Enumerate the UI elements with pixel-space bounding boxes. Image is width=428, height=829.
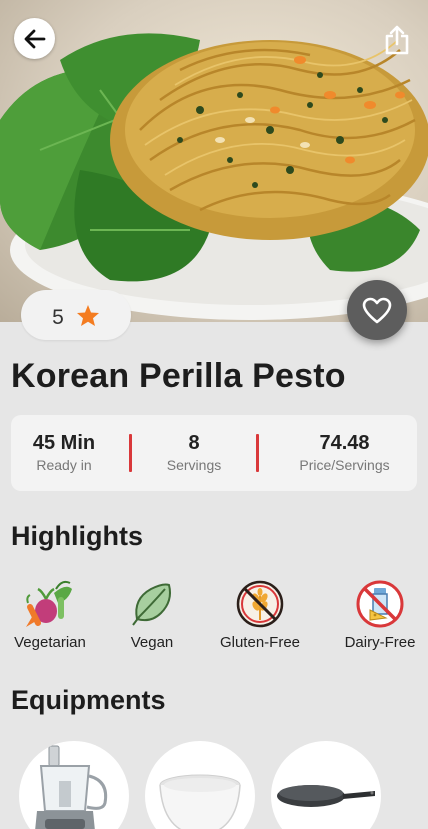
star-icon [76,304,99,326]
stat-price-per-serving: 74.48 Price/Servings [287,431,402,475]
heart-icon [362,297,392,323]
equipment-item-bowl[interactable] [145,741,255,829]
frying-pan-icon [277,785,375,807]
equipment-item-food-processor[interactable] [19,741,129,829]
highlight-label: Vegetarian [14,634,86,651]
recipe-stats-card: 45 Min Ready in 8 Servings 74.48 Price/S… [11,415,417,491]
stat-label: Servings [166,457,222,473]
share-button[interactable] [380,22,414,58]
highlight-label: Dairy-Free [344,634,416,651]
leaf-icon [126,578,178,630]
recipe-title: Korean Perilla Pesto [11,357,346,395]
highlight-vegetarian: Vegetarian [11,578,89,651]
stat-value: 8 [188,432,200,454]
highlight-dairy-free: Dairy-Free [341,578,419,651]
equipments-heading: Equipments [11,685,166,715]
highlight-label: Vegan [130,634,174,651]
stat-divider [256,434,259,472]
vegetables-icon [24,578,76,630]
highlight-label: Gluten-Free [219,634,301,651]
stat-value: 45 Min [32,432,96,454]
stat-divider [129,434,132,472]
food-processor-icon [35,745,108,829]
highlight-vegan: Vegan [123,578,181,651]
stat-label: Ready in [36,457,92,473]
highlight-gluten-free: Gluten-Free [216,578,304,651]
back-button[interactable] [14,18,55,59]
recipe-hero-image [0,0,428,322]
favorite-button[interactable] [347,280,407,340]
stat-value: 74.48 [319,432,370,454]
bowl-icon [159,774,241,829]
pasta-dish-illustration [0,33,428,320]
no-wheat-icon [234,578,286,630]
no-dairy-icon [354,578,406,630]
rating-value: 5 [52,306,64,329]
share-icon [385,25,409,55]
rating-badge: 5 [21,290,131,340]
stat-label: Price/Servings [299,457,390,473]
highlights-heading: Highlights [11,521,143,551]
equipment-item-frying-pan[interactable] [271,741,381,829]
stat-ready-in: 45 Min Ready in [11,431,117,475]
stat-servings: 8 Servings [149,431,239,475]
arrow-left-icon [24,29,45,48]
